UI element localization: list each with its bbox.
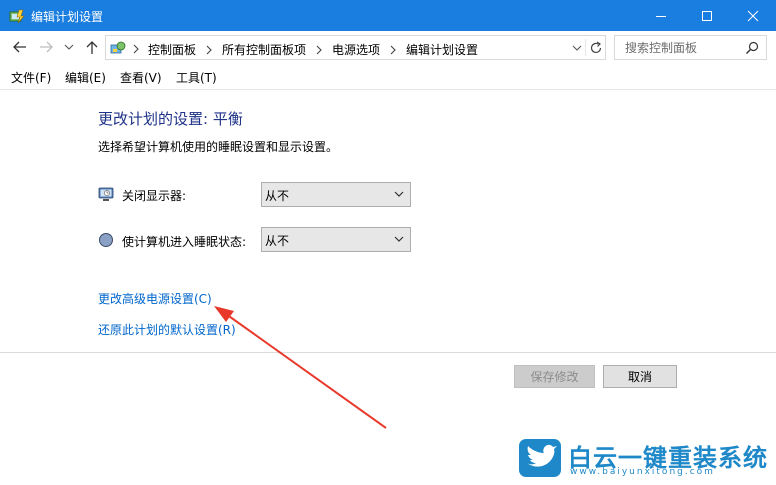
arrow-right-icon <box>40 41 53 53</box>
search-input[interactable] <box>615 36 743 59</box>
maximize-icon <box>702 10 712 21</box>
save-button[interactable]: 保存修改 <box>514 365 595 388</box>
moon-icon <box>99 233 113 247</box>
watermark-url: www.baiyunxitong.com <box>570 467 715 477</box>
minimize-button[interactable] <box>638 0 684 31</box>
chevron-right-icon[interactable] <box>315 45 323 55</box>
display-off-select[interactable]: 从不 <box>261 182 411 207</box>
forward-button[interactable] <box>37 38 55 56</box>
address-history-button[interactable] <box>569 39 585 56</box>
menu-bar: 文件(F) 编辑(E) 查看(V) 工具(T) <box>0 64 776 90</box>
maximize-button[interactable] <box>684 0 730 31</box>
power-options-icon <box>9 9 25 24</box>
arrow-left-icon <box>13 41 26 53</box>
control-panel-icon <box>110 41 126 54</box>
minimize-icon <box>656 15 666 17</box>
title-bar: 编辑计划设置 <box>0 0 776 31</box>
advanced-power-settings-link[interactable]: 更改高级电源设置(C) <box>98 290 212 307</box>
chevron-down-icon <box>572 45 582 51</box>
close-icon <box>747 10 759 21</box>
refresh-button[interactable] <box>585 39 605 56</box>
breadcrumb-item[interactable]: 电源选项 <box>332 41 380 58</box>
search-box[interactable] <box>614 35 767 60</box>
chevron-down-icon <box>394 236 404 242</box>
sleep-value: 从不 <box>265 234 290 248</box>
refresh-icon <box>590 41 601 53</box>
menu-view[interactable]: 查看(V) <box>120 69 162 86</box>
search-icon <box>746 41 759 54</box>
breadcrumb-item[interactable]: 所有控制面板项 <box>222 41 306 58</box>
bird-logo-icon <box>519 439 561 477</box>
chevron-right-icon[interactable] <box>389 45 397 55</box>
page-description: 选择希望计算机使用的睡眠设置和显示设置。 <box>98 140 339 154</box>
search-button[interactable] <box>743 39 761 56</box>
restore-defaults-link[interactable]: 还原此计划的默认设置(R) <box>98 321 236 338</box>
display-off-value: 从不 <box>265 189 290 203</box>
main-content: 更改计划的设置: 平衡 选择希望计算机使用的睡眠设置和显示设置。 关闭显示器: … <box>0 91 776 485</box>
page-title: 更改计划的设置: 平衡 <box>98 110 243 128</box>
sleep-select[interactable]: 从不 <box>261 227 411 252</box>
address-bar[interactable]: 控制面板 所有控制面板项 电源选项 编辑计划设置 <box>105 35 606 60</box>
watermark: 白云一键重装系统 www.baiyunxitong.com <box>518 436 770 480</box>
breadcrumb-item[interactable]: 编辑计划设置 <box>406 41 478 58</box>
window-title: 编辑计划设置 <box>31 10 104 24</box>
menu-file[interactable]: 文件(F) <box>11 69 51 86</box>
monitor-icon <box>98 187 114 201</box>
arrow-up-icon <box>86 41 98 54</box>
cancel-button[interactable]: 取消 <box>603 365 677 388</box>
divider <box>0 352 776 353</box>
menu-tools[interactable]: 工具(T) <box>176 69 217 86</box>
close-button[interactable] <box>730 0 776 31</box>
chevron-right-icon <box>133 44 139 54</box>
breadcrumb-item[interactable]: 控制面板 <box>148 41 196 58</box>
up-button[interactable] <box>84 38 100 56</box>
display-off-label: 关闭显示器: <box>122 189 187 203</box>
chevron-right-icon[interactable] <box>205 45 213 55</box>
chevron-down-icon <box>64 44 74 50</box>
address-row: 控制面板 所有控制面板项 电源选项 编辑计划设置 <box>0 31 776 64</box>
recent-locations-button[interactable] <box>63 38 75 56</box>
menu-edit[interactable]: 编辑(E) <box>65 69 106 86</box>
sleep-label: 使计算机进入睡眠状态: <box>122 235 247 249</box>
back-button[interactable] <box>11 38 29 56</box>
breadcrumb: 控制面板 所有控制面板项 电源选项 编辑计划设置 <box>148 41 478 58</box>
chevron-down-icon <box>394 191 404 197</box>
